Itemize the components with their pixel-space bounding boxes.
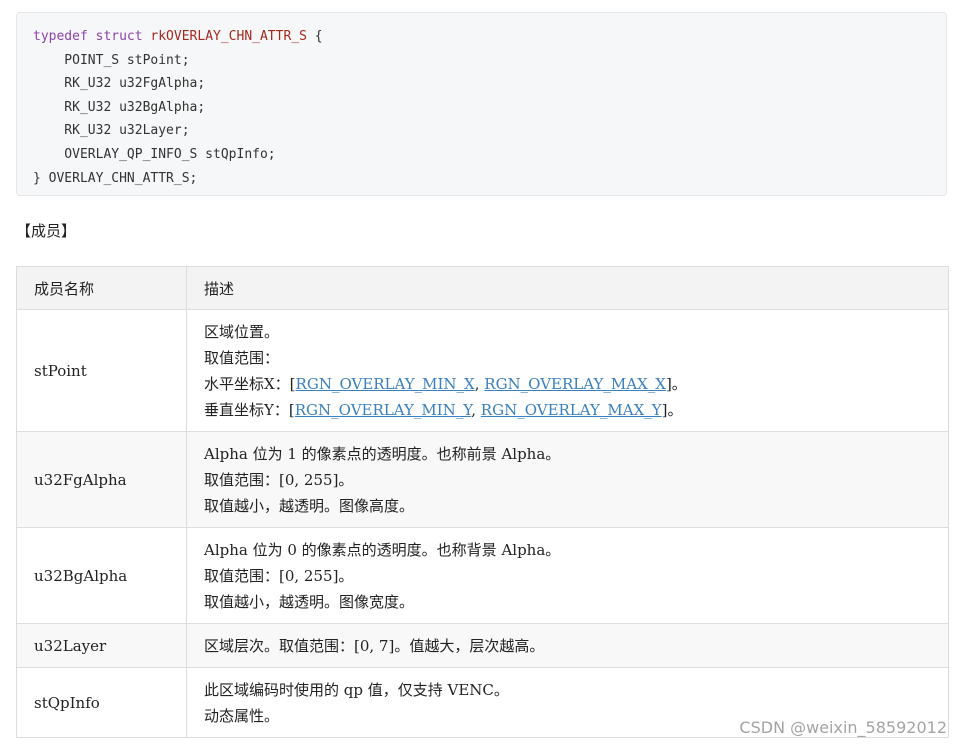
description-line: 区域层次。取值范围：[0, 7]。值越大，层次越高。 [204, 636, 545, 655]
rgn-overlay-min-x-link[interactable]: RGN_OVERLAY_MIN_X [296, 375, 475, 393]
description-line: Alpha 位为 1 的像素点的透明度。也称前景 Alpha。 [204, 444, 561, 463]
description-line: Alpha 位为 0 的像素点的透明度。也称背景 Alpha。 [204, 540, 561, 559]
member-name: u32Layer [16, 623, 187, 668]
member-description: 区域位置。 取值范围： 水平坐标X：[RGN_OVERLAY_MIN_X, RG… [186, 309, 949, 432]
description-line: 取值越小，越透明。图像宽度。 [204, 592, 415, 611]
description-line: 水平坐标X：[RGN_OVERLAY_MIN_X, RGN_OVERLAY_MA… [204, 371, 931, 397]
text-fragment: , [471, 400, 481, 419]
code-line: POINT_S stPoint; [33, 52, 190, 68]
code-type-name: rkOVERLAY_CHN_ATTR_S [150, 29, 307, 44]
member-description: Alpha 位为 0 的像素点的透明度。也称背景 Alpha。 取值范围：[0,… [186, 527, 949, 624]
member-name: stPoint [16, 309, 187, 432]
description-line: 取值范围： [204, 348, 280, 367]
member-description: 区域层次。取值范围：[0, 7]。值越大，层次越高。 [186, 623, 949, 668]
text-fragment: ]。 [661, 400, 683, 419]
description-line: 垂直坐标Y：[RGN_OVERLAY_MIN_Y, RGN_OVERLAY_MA… [204, 397, 931, 423]
member-name: stQpInfo [16, 667, 187, 738]
table-header-row: 成员名称 描述 [16, 266, 949, 310]
code-text: { [306, 29, 323, 44]
member-description: Alpha 位为 1 的像素点的透明度。也称前景 Alpha。 取值范围：[0,… [186, 431, 949, 528]
table-row: stPoint 区域位置。 取值范围： 水平坐标X：[RGN_OVERLAY_M… [16, 309, 949, 432]
members-table: 成员名称 描述 stPoint 区域位置。 取值范围： 水平坐标X：[RGN_O… [16, 266, 949, 738]
rgn-overlay-min-y-link[interactable]: RGN_OVERLAY_MIN_Y [295, 401, 471, 419]
text-fragment: , [474, 374, 485, 393]
code-line: } OVERLAY_CHN_ATTR_S; [33, 170, 198, 186]
table-row: u32FgAlpha Alpha 位为 1 的像素点的透明度。也称前景 Alph… [16, 431, 949, 528]
description-line: 此区域编码时使用的 qp 值，仅支持 VENC。 [204, 680, 509, 699]
code-line: OVERLAY_QP_INFO_S stQpInfo; [33, 146, 276, 162]
code-line: RK_U32 u32Layer; [33, 123, 190, 139]
table-row: u32BgAlpha Alpha 位为 0 的像素点的透明度。也称背景 Alph… [16, 527, 949, 624]
code-keyword: typedef struct [33, 29, 143, 44]
description-line: 区域位置。 [204, 322, 280, 341]
member-name: u32FgAlpha [16, 431, 187, 528]
code-block: typedef struct rkOVERLAY_CHN_ATTR_S { PO… [16, 12, 947, 196]
section-title: 【成员】 [16, 222, 77, 240]
watermark: CSDN @weixin_58592012 [739, 718, 947, 737]
header-member-name: 成员名称 [16, 266, 187, 310]
code-line: RK_U32 u32FgAlpha; [33, 76, 206, 92]
rgn-overlay-max-x-link[interactable]: RGN_OVERLAY_MAX_X [484, 375, 666, 393]
description-line: 取值范围：[0, 255]。 [204, 470, 354, 489]
text-fragment: 垂直坐标Y：[ [204, 400, 295, 419]
description-line: 取值越小，越透明。图像高度。 [204, 496, 415, 515]
code-line: typedef struct rkOVERLAY_CHN_ATTR_S { [33, 25, 930, 49]
text-fragment: 水平坐标X：[ [204, 374, 296, 393]
rgn-overlay-max-y-link[interactable]: RGN_OVERLAY_MAX_Y [481, 401, 662, 419]
code-line: RK_U32 u32BgAlpha; [33, 99, 206, 115]
description-line: 取值范围：[0, 255]。 [204, 566, 354, 585]
member-name: u32BgAlpha [16, 527, 187, 624]
text-fragment: ]。 [665, 374, 687, 393]
header-description: 描述 [186, 266, 949, 310]
table-row: u32Layer 区域层次。取值范围：[0, 7]。值越大，层次越高。 [16, 623, 949, 668]
